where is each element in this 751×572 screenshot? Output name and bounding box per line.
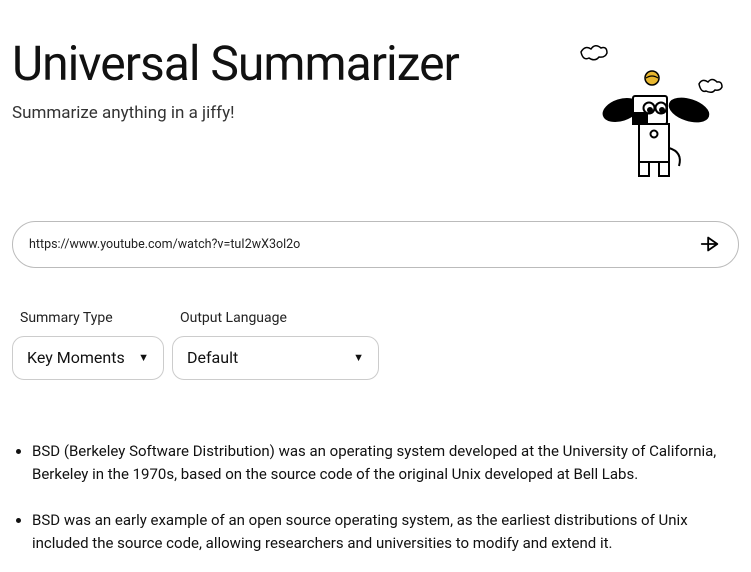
list-item: BSD was an early example of an open sour…	[32, 509, 739, 555]
summary-type-value: Key Moments	[27, 348, 125, 367]
output-language-value: Default	[187, 348, 238, 367]
summary-type-select[interactable]: Key Moments ▼	[12, 336, 164, 380]
output-language-select[interactable]: Default ▼	[172, 336, 379, 380]
send-icon	[699, 233, 721, 255]
results-list: BSD (Berkeley Software Distribution) was…	[12, 440, 739, 555]
url-input[interactable]	[12, 221, 739, 268]
summary-type-control: Summary Type Key Moments ▼	[12, 310, 164, 380]
chevron-down-icon: ▼	[353, 351, 364, 364]
summary-type-label: Summary Type	[12, 310, 164, 326]
list-item: BSD (Berkeley Software Distribution) was…	[32, 440, 739, 486]
header: Universal Summarizer Summarize anything …	[12, 38, 739, 123]
output-language-label: Output Language	[172, 310, 379, 326]
submit-button[interactable]	[695, 229, 725, 259]
controls-row: Summary Type Key Moments ▼ Output Langua…	[12, 310, 739, 380]
output-language-control: Output Language Default ▼	[172, 310, 379, 380]
input-row	[12, 221, 739, 268]
dog-illustration	[569, 38, 739, 188]
chevron-down-icon: ▼	[138, 351, 149, 364]
